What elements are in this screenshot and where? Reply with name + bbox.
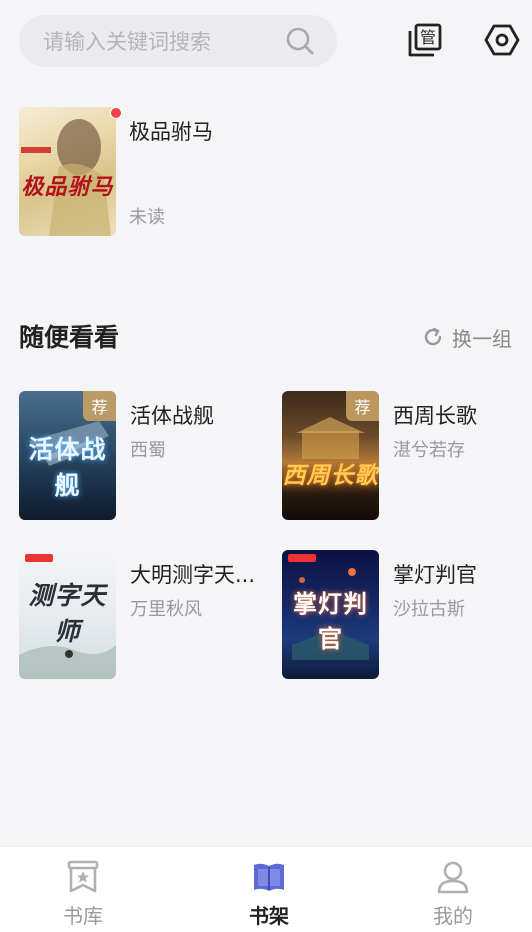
book-author: 湛兮若存: [393, 440, 465, 461]
book-author: 万里秋风: [130, 599, 202, 620]
book-title[interactable]: 极品驸马: [129, 116, 213, 146]
profile-icon: [437, 861, 469, 894]
book-author: 沙拉古斯: [393, 599, 465, 620]
book-title[interactable]: 活体战舰: [130, 400, 214, 430]
search-bar[interactable]: 请输入关键词搜索: [19, 15, 337, 67]
cover-title: 测字天师: [28, 581, 107, 646]
book-cover[interactable]: 掌灯判官: [282, 550, 379, 679]
bottom-nav: 书库 书架 我的: [0, 846, 532, 932]
nav-tab-bookshelf[interactable]: 书架: [229, 857, 309, 929]
unread-dot: [110, 107, 122, 119]
read-status: 未读: [129, 207, 165, 228]
refresh-button[interactable]: 换一组: [422, 322, 512, 352]
recommend-book-item[interactable]: 荐 西周长歌 西周长歌 湛兮若存: [282, 391, 522, 521]
publisher-logo: [25, 554, 53, 562]
recommend-book-item[interactable]: 荐 活体战舰 活体战舰 西蜀: [19, 391, 259, 521]
svg-text:管: 管: [420, 28, 436, 47]
search-placeholder[interactable]: 请输入关键词搜索: [43, 26, 313, 56]
manage-icon[interactable]: 管: [407, 22, 443, 58]
nav-label: 书架: [249, 904, 289, 928]
book-title[interactable]: 西周长歌: [393, 400, 477, 430]
settings-icon[interactable]: [484, 22, 520, 58]
cover-title: 掌灯判官: [293, 590, 368, 653]
book-title[interactable]: 大明测字天...: [130, 559, 255, 589]
nav-tab-library[interactable]: 书库: [43, 857, 123, 929]
top-bar: 请输入关键词搜索 管: [0, 0, 532, 84]
book-cover[interactable]: 极品驸马: [19, 107, 116, 236]
book-title[interactable]: 掌灯判官: [393, 559, 477, 589]
nav-label: 书库: [63, 904, 103, 928]
recommend-book-item[interactable]: 测字天师 大明测字天... 万里秋风: [19, 550, 259, 680]
refresh-icon: [424, 327, 442, 346]
book-cover[interactable]: 荐 西周长歌: [282, 391, 379, 520]
bookshelf-icon: [254, 863, 284, 891]
publisher-logo: [288, 554, 316, 562]
section-title: 随便看看: [19, 323, 120, 352]
recommend-tag: 荐: [83, 391, 116, 421]
cover-title: 西周长歌: [282, 463, 379, 489]
recommend-book-item[interactable]: 掌灯判官 掌灯判官 沙拉古斯: [282, 550, 522, 680]
app-root: 请输入关键词搜索 管 极品驸马 极品驸马 未读 随便看看 换一组 荐 活体战舰 …: [0, 0, 532, 932]
search-icon[interactable]: [285, 26, 315, 56]
nav-tab-profile[interactable]: 我的: [413, 857, 493, 929]
cover-title: 活体战舰: [28, 435, 107, 500]
bookstore-icon: [67, 860, 99, 893]
book-cover[interactable]: 荐 活体战舰: [19, 391, 116, 520]
cover-title: 极品驸马: [21, 175, 114, 200]
nav-label: 我的: [433, 904, 473, 928]
refresh-label: 换一组: [452, 326, 512, 351]
book-cover[interactable]: 测字天师: [19, 550, 116, 679]
book-author: 西蜀: [130, 440, 166, 461]
shelf-book-item[interactable]: 极品驸马 极品驸马 未读: [19, 107, 513, 237]
recommend-tag: 荐: [346, 391, 379, 421]
